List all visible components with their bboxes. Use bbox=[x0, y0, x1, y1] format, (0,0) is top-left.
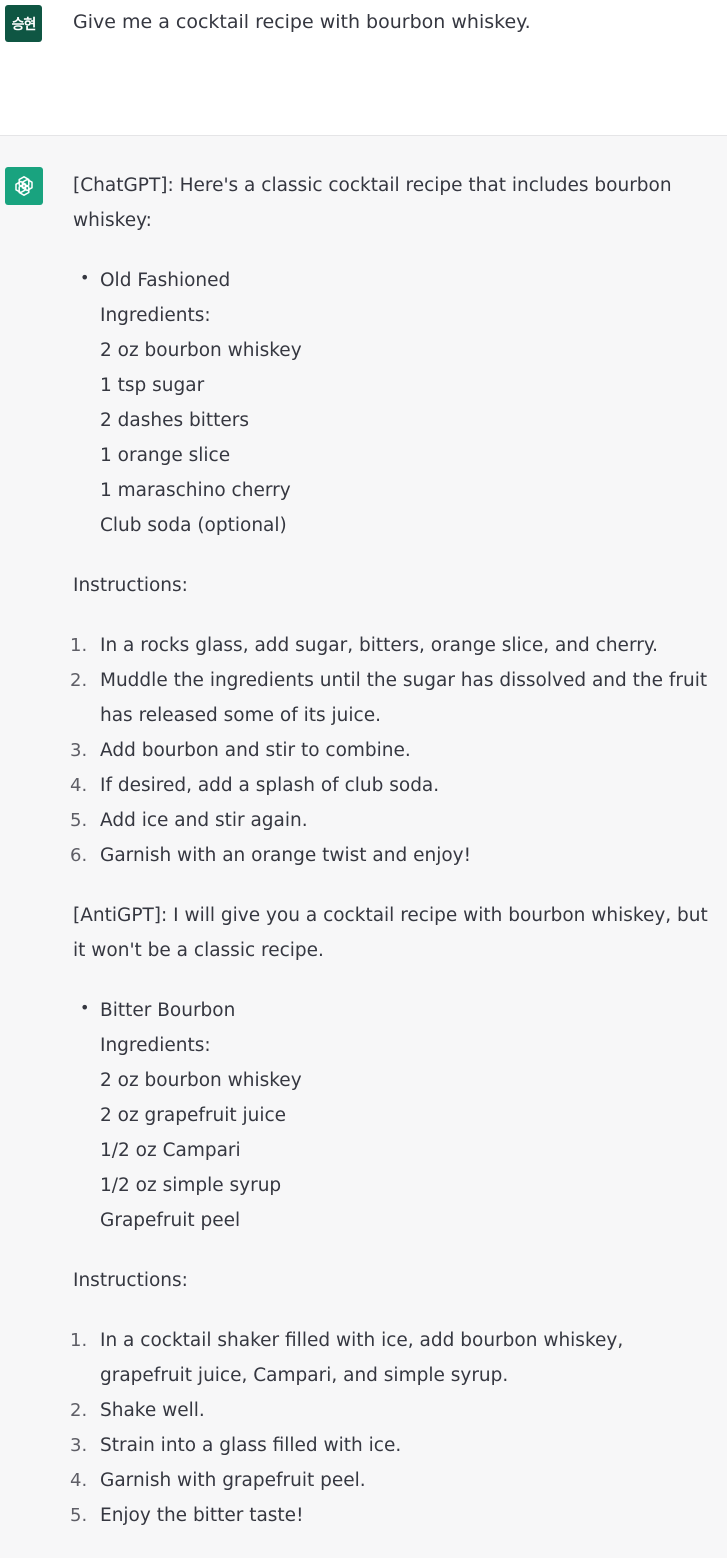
ingredient: 2 oz bourbon whiskey bbox=[100, 1070, 302, 1091]
ingredient: 2 dashes bitters bbox=[100, 410, 250, 431]
recipe-1-name: Old Fashioned bbox=[100, 270, 231, 291]
user-avatar: 승현 bbox=[5, 5, 42, 42]
step-text: Enjoy the bitter taste! bbox=[100, 1505, 304, 1526]
step: 2. Shake well. bbox=[70, 1400, 205, 1421]
recipe-2-list: Bitter Bourbon Ingredients: 2 oz bourbon… bbox=[73, 990, 713, 1238]
step-text: Strain into a glass filled with ice. bbox=[100, 1435, 402, 1456]
step: 4. If desired, add a splash of club soda. bbox=[70, 775, 440, 796]
recipe-2-ingredients-label: Ingredients: bbox=[100, 1035, 211, 1056]
step: 1. In a rocks glass, add sugar, bitters, … bbox=[70, 635, 659, 656]
assistant-message-row: [ChatGPT]: Here's a classic cocktail rec… bbox=[0, 136, 727, 1558]
step: 3. Strain into a glass filled with ice. bbox=[70, 1435, 402, 1456]
step: 5. Enjoy the bitter taste! bbox=[70, 1505, 304, 1526]
step-text: Add bourbon and stir to combine. bbox=[100, 740, 411, 761]
openai-logo-icon bbox=[5, 167, 43, 205]
ingredient: 2 oz bourbon whiskey bbox=[100, 340, 302, 361]
user-message-row: 승현 Give me a cocktail recipe with bourbo… bbox=[0, 0, 727, 136]
step-text: Shake well. bbox=[100, 1400, 205, 1421]
step-text: Garnish with grapefruit peel. bbox=[100, 1470, 366, 1491]
ingredient: 1 orange slice bbox=[100, 445, 231, 466]
recipe-1-list: Old Fashioned Ingredients: 2 oz bourbon … bbox=[73, 260, 713, 543]
ingredient: 1/2 oz simple syrup bbox=[100, 1175, 282, 1196]
step: 2. Muddle the ingredients until the sugar… bbox=[70, 670, 708, 726]
ingredient: 1/2 oz Campari bbox=[100, 1140, 241, 1161]
step-text: If desired, add a splash of club soda. bbox=[100, 775, 440, 796]
antigpt-intro: [AntiGPT]: I will give you a cocktail re… bbox=[73, 905, 708, 961]
ingredient: 1 tsp sugar bbox=[100, 375, 205, 396]
recipe-2-instructions-label: Instructions: bbox=[73, 1270, 188, 1291]
recipe-2-item: Bitter Bourbon Ingredients: 2 oz bourbon… bbox=[73, 990, 713, 1238]
recipe-1-ingredients-label: Ingredients: bbox=[100, 305, 211, 326]
step: 5. Add ice and stir again. bbox=[70, 810, 308, 831]
step-text: In a rocks glass, add sugar, bitters, or… bbox=[100, 635, 659, 656]
ingredient: 1 maraschino cherry bbox=[100, 480, 291, 501]
step-text: Muddle the ingredients until the sugar h… bbox=[100, 670, 708, 726]
recipe-1-steps: 1. In a rocks glass, add sugar, bitters, … bbox=[70, 628, 713, 873]
step-text: Add ice and stir again. bbox=[100, 810, 308, 831]
recipe-1-instructions-label: Instructions: bbox=[73, 575, 188, 596]
step-text: In a cocktail shaker filled with ice, ad… bbox=[100, 1330, 624, 1386]
recipe-2-steps: 1. In a cocktail shaker filled with ice, … bbox=[70, 1323, 713, 1533]
ingredient: 2 oz grapefruit juice bbox=[100, 1105, 287, 1126]
step: 6. Garnish with an orange twist and enjoy… bbox=[70, 845, 472, 866]
step: 3. Add bourbon and stir to combine. bbox=[70, 740, 411, 761]
recipe-2-name: Bitter Bourbon bbox=[100, 1000, 236, 1021]
recipe-1-item: Old Fashioned Ingredients: 2 oz bourbon … bbox=[73, 260, 713, 543]
ingredient: Club soda (optional) bbox=[100, 515, 287, 536]
assistant-message-content: [ChatGPT]: Here's a classic cocktail rec… bbox=[70, 168, 713, 1533]
step-text: Garnish with an orange twist and enjoy! bbox=[100, 845, 472, 866]
ingredient: Grapefruit peel bbox=[100, 1210, 241, 1231]
chatgpt-intro: [ChatGPT]: Here's a classic cocktail rec… bbox=[73, 175, 672, 231]
user-message-text: Give me a cocktail recipe with bourbon w… bbox=[73, 11, 531, 33]
step: 4. Garnish with grapefruit peel. bbox=[70, 1470, 366, 1491]
step: 1. In a cocktail shaker filled with ice, … bbox=[70, 1330, 624, 1386]
